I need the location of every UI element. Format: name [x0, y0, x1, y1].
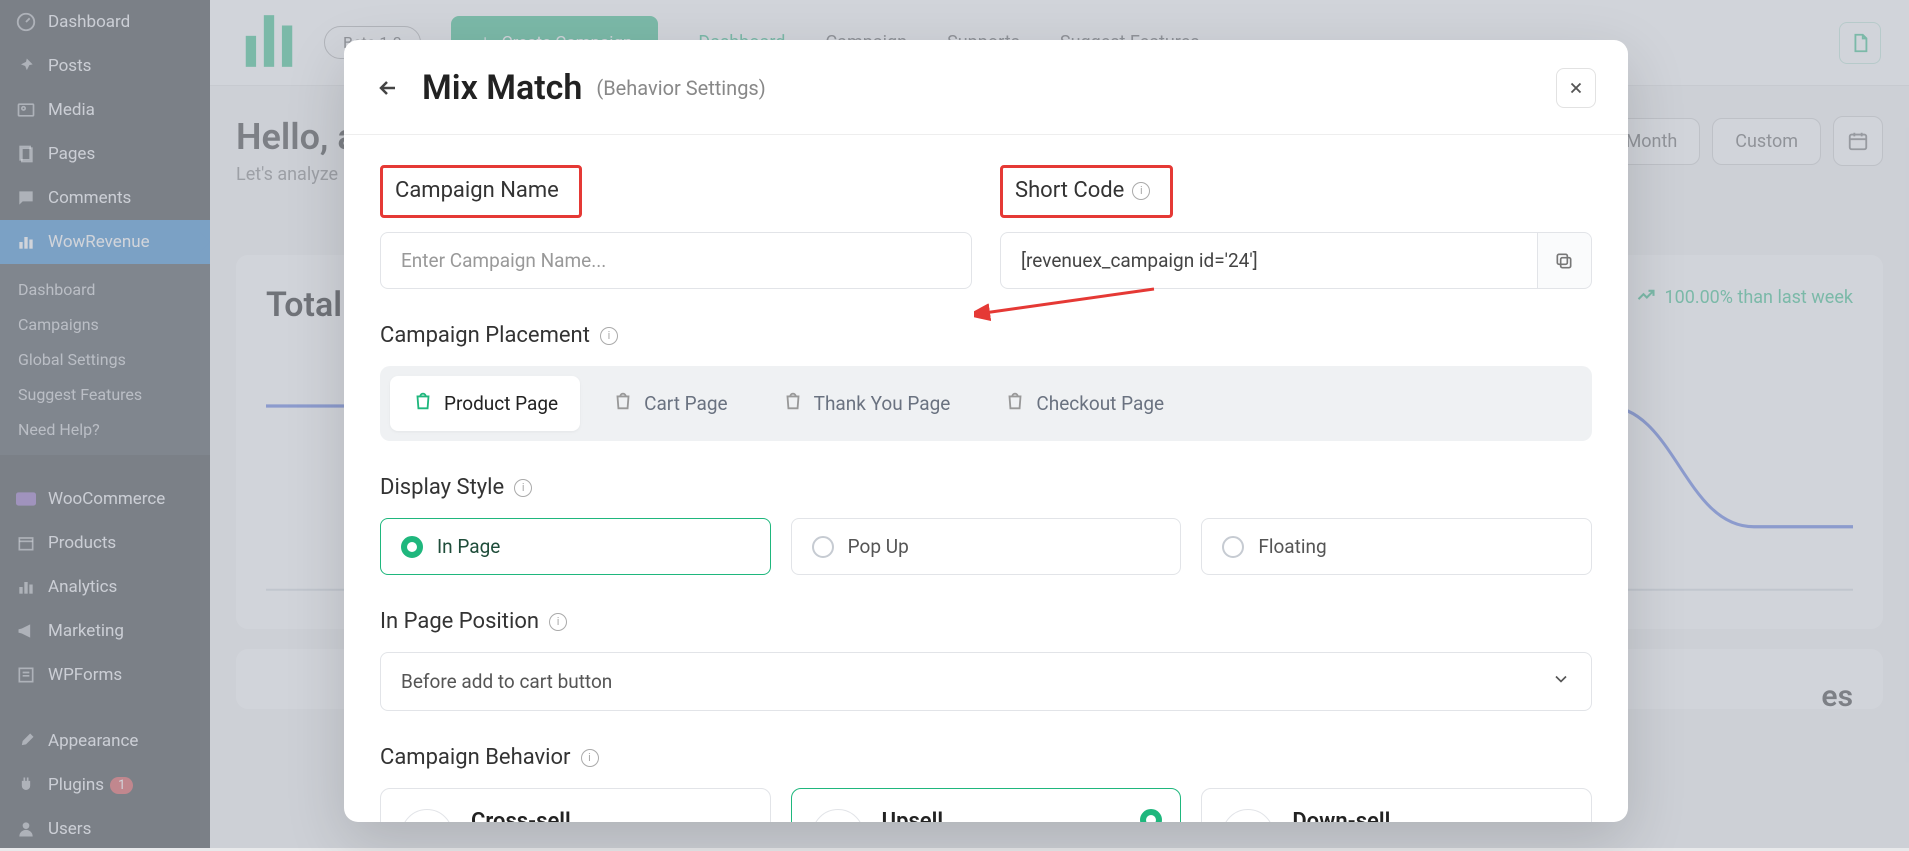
tab-thank-you-page[interactable]: Thank You Page — [760, 376, 973, 431]
tab-label: Product Page — [444, 392, 558, 415]
behavior-title: Down-sell — [1292, 809, 1460, 822]
shortcode-input[interactable] — [1000, 232, 1538, 289]
display-option-pop-up[interactable]: Pop Up — [791, 518, 1182, 575]
display-option-floating[interactable]: Floating — [1201, 518, 1592, 575]
option-label: Pop Up — [848, 535, 909, 558]
modal-subtitle: (Behavior Settings) — [596, 76, 765, 100]
close-icon[interactable] — [1556, 68, 1596, 108]
placement-tabs: Product Page Cart Page Thank You Page Ch… — [380, 366, 1592, 441]
bag-icon — [412, 390, 434, 417]
radio-icon — [1222, 536, 1244, 558]
behavior-settings-modal: Mix Match (Behavior Settings) Campaign N… — [344, 40, 1628, 822]
info-icon[interactable]: i — [549, 613, 567, 631]
shortcode-label-text: Short Code — [1015, 178, 1124, 203]
in-page-position-select[interactable]: Before add to cart button — [380, 652, 1592, 711]
radio-icon — [1140, 809, 1162, 822]
shortcode-highlight: Short Code i — [1000, 165, 1173, 218]
behavior-title: Upsell — [882, 809, 1024, 822]
campaign-name-input[interactable] — [380, 232, 972, 289]
radio-icon — [812, 536, 834, 558]
in-page-position-label: In Page Position i — [380, 609, 1592, 634]
chevron-down-icon — [1551, 669, 1571, 694]
clock-icon — [812, 809, 864, 822]
display-option-in-page[interactable]: In Page — [380, 518, 771, 575]
bag-icon — [612, 390, 634, 417]
clock-icon — [1222, 809, 1274, 822]
placement-label-text: Campaign Placement — [380, 323, 590, 348]
arrow-annotation-icon — [974, 283, 1164, 323]
tab-product-page[interactable]: Product Page — [390, 376, 580, 431]
behavior-down-sell[interactable]: Down-sell The goal is to down-sell — [1201, 788, 1592, 822]
radio-icon — [401, 536, 423, 558]
modal-header: Mix Match (Behavior Settings) — [344, 40, 1628, 135]
behavior-title: Cross-sell — [471, 809, 639, 822]
option-label: In Page — [437, 535, 500, 558]
tab-label: Thank You Page — [814, 392, 951, 415]
option-label: Floating — [1258, 535, 1326, 558]
select-value: Before add to cart button — [401, 670, 612, 693]
campaign-placement-label: Campaign Placement i — [380, 323, 1592, 348]
bag-icon — [782, 390, 804, 417]
clock-icon — [401, 809, 453, 822]
campaign-behavior-label: Campaign Behavior i — [380, 745, 1592, 770]
in-page-position-text: In Page Position — [380, 609, 539, 634]
tab-label: Cart Page — [644, 392, 728, 415]
behavior-label-text: Campaign Behavior — [380, 745, 571, 770]
behavior-cross-sell[interactable]: Cross-sell The goal is to cross-sell — [380, 788, 771, 822]
tab-checkout-page[interactable]: Checkout Page — [982, 376, 1186, 431]
copy-icon[interactable] — [1538, 232, 1592, 289]
info-icon[interactable]: i — [581, 749, 599, 767]
behavior-upsell[interactable]: Upsell The goal is to upsell — [791, 788, 1182, 822]
back-arrow-icon[interactable] — [376, 76, 400, 100]
info-icon[interactable]: i — [600, 327, 618, 345]
display-style-label: Display Style i — [380, 475, 1592, 500]
modal-title: Mix Match — [422, 68, 582, 108]
shortcode-label: Short Code i — [1015, 178, 1150, 203]
tab-label: Checkout Page — [1036, 392, 1164, 415]
campaign-name-highlight: Campaign Name — [380, 165, 582, 218]
bag-icon — [1004, 390, 1026, 417]
display-style-text: Display Style — [380, 475, 504, 500]
campaign-name-label: Campaign Name — [395, 178, 559, 203]
info-icon[interactable]: i — [514, 479, 532, 497]
info-icon[interactable]: i — [1132, 182, 1150, 200]
tab-cart-page[interactable]: Cart Page — [590, 376, 750, 431]
